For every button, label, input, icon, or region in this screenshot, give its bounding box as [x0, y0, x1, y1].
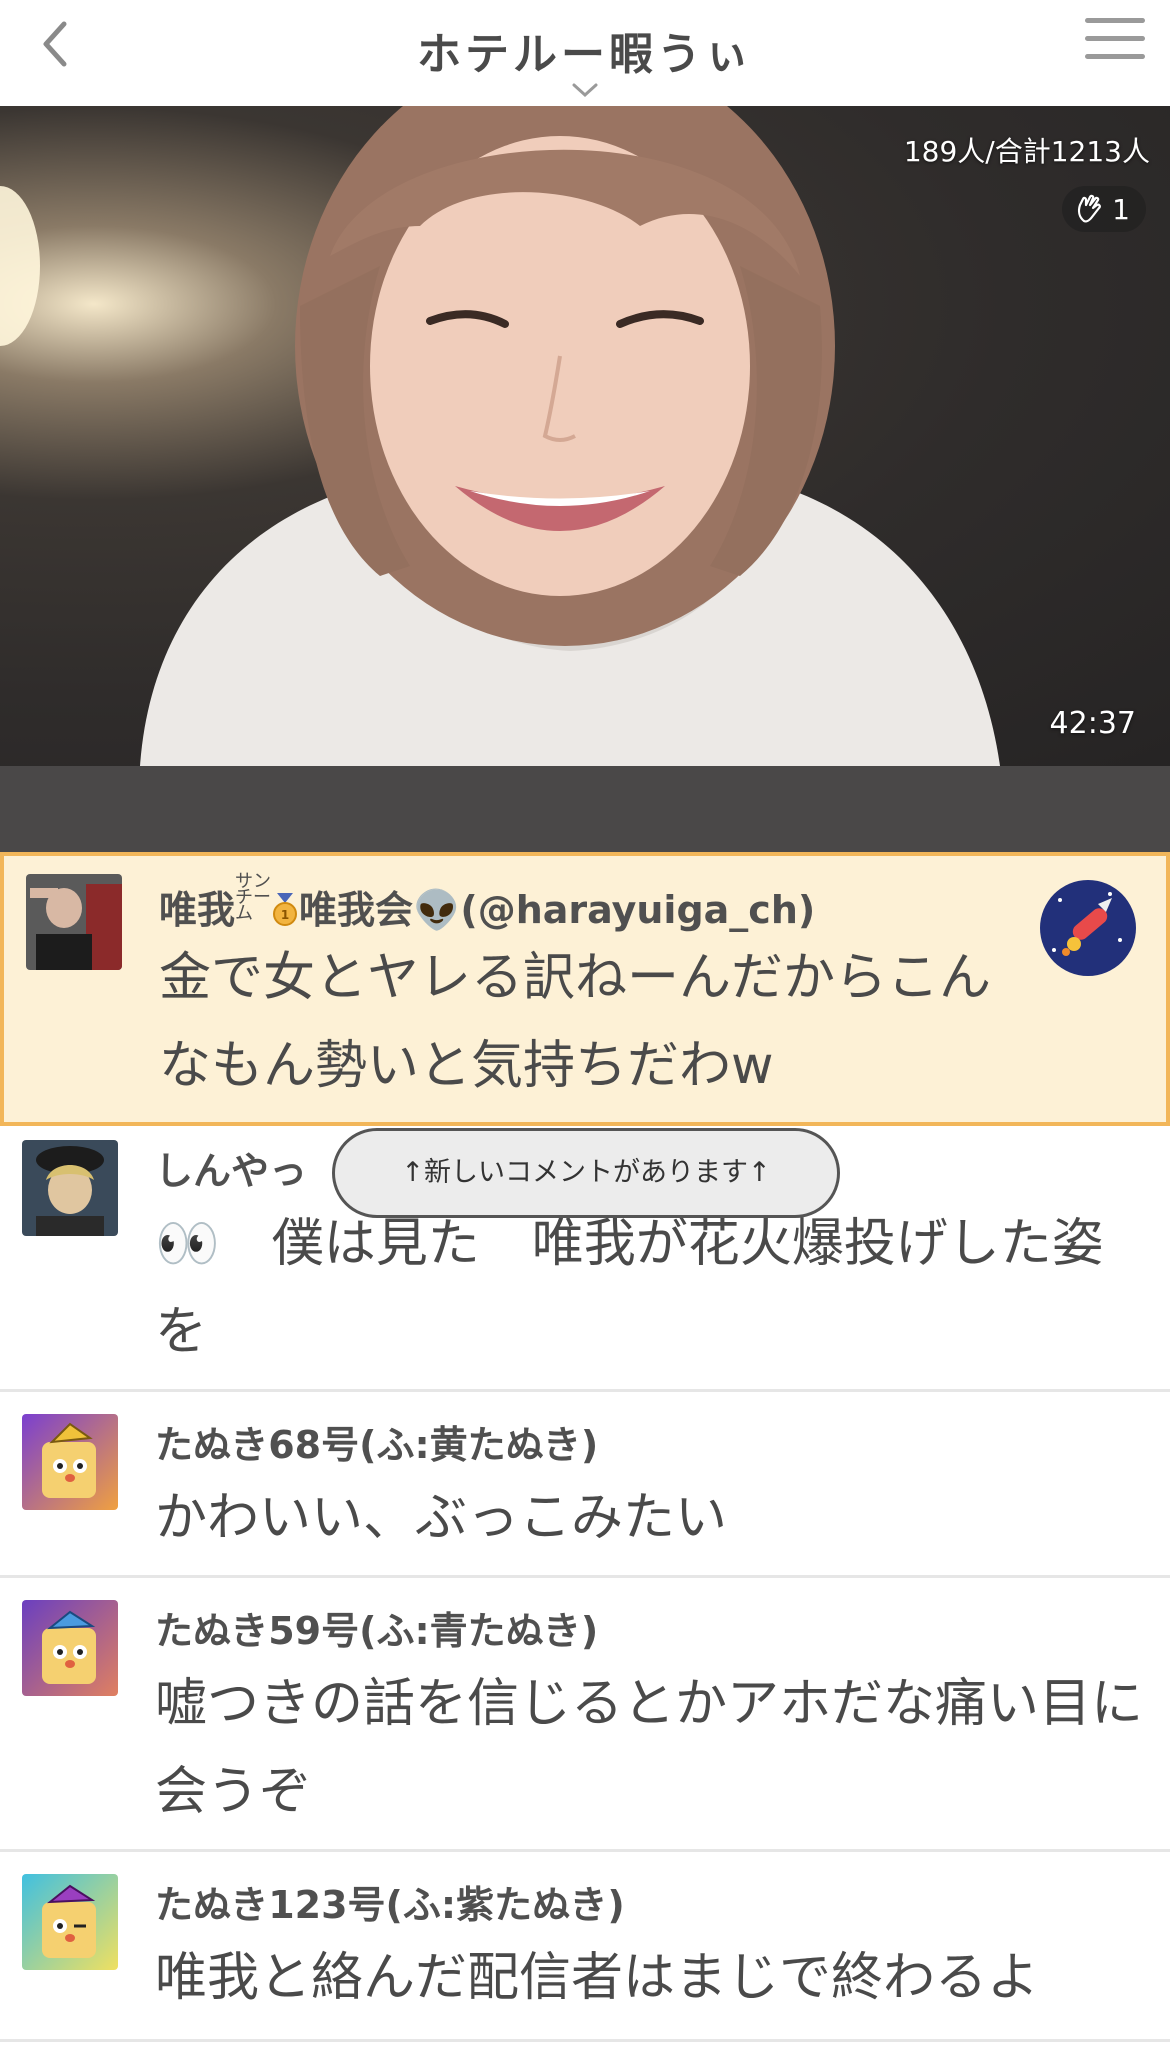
- list-item[interactable]: 唯我サン チーム 1 唯我会👽(@harayuiga_ch) 金で女とヤレる訳ねーん…: [0, 852, 1170, 1126]
- avatar[interactable]: [22, 1874, 118, 1970]
- avatar[interactable]: [22, 1140, 118, 1236]
- comment-username: たぬき59号(ふ:青たぬき): [155, 1609, 599, 1653]
- clap-badge[interactable]: 1: [1062, 186, 1146, 232]
- live-video-player[interactable]: 189人/合計1213人 1 42:37: [0, 106, 1170, 766]
- avatar[interactable]: [26, 874, 122, 970]
- stream-timer: 42:37: [1049, 706, 1136, 741]
- clap-icon: [1078, 194, 1102, 223]
- svg-text:1: 1: [281, 908, 289, 922]
- comment-username: たぬき123号(ふ:紫たぬき): [155, 1883, 625, 1927]
- comment-text: 👀 僕は見た 唯我が花火爆投げした姿を: [155, 1214, 1104, 1362]
- hamburger-menu-icon[interactable]: [1085, 18, 1145, 68]
- comment-username: しんやっ: [155, 1149, 308, 1193]
- viewer-count: 189人/合計1213人: [903, 135, 1150, 168]
- rocket-firework-icon[interactable]: [1040, 880, 1136, 976]
- team-tag: サン チーム: [235, 871, 272, 924]
- list-item[interactable]: たぬき123号(ふ:紫たぬき) 唯我と絡んだ配信者はまじで終わるよ: [0, 1852, 1170, 2042]
- comment-text: 金で女とヤレる訳ねーんだからこんなもん勢いと気持ちだわw: [159, 948, 992, 1096]
- clap-count: 1: [1112, 192, 1130, 226]
- list-item[interactable]: たぬき59号(ふ:青たぬき) 嘘つきの話を信じるとかアホだな痛い目に会うぞ: [0, 1578, 1170, 1852]
- page-title[interactable]: ホテルー暇うぃ: [0, 18, 1170, 82]
- app-header: ホテルー暇うぃ: [0, 0, 1170, 106]
- chevron-down-icon[interactable]: [570, 80, 600, 100]
- avatar[interactable]: [22, 1414, 118, 1510]
- comment-username: 唯我サン チーム 1 唯我会👽(@harayuiga_ch): [159, 871, 816, 933]
- new-comments-button[interactable]: ↑新しいコメントがあります↑: [332, 1128, 840, 1218]
- comment-username: たぬき68号(ふ:黄たぬき): [155, 1423, 599, 1467]
- medal-icon: 1: [273, 893, 298, 926]
- comment-text: 唯我と絡んだ配信者はまじで終わるよ: [155, 1948, 1040, 2008]
- streamer-video-frame: [0, 106, 1000, 766]
- list-item[interactable]: たぬき68号(ふ:黄たぬき) かわいい、ぶっこみたい: [0, 1392, 1170, 1578]
- video-control-bar: [0, 766, 1170, 852]
- avatar[interactable]: [22, 1600, 118, 1696]
- comment-text: かわいい、ぶっこみたい: [155, 1488, 728, 1548]
- comment-text: 嘘つきの話を信じるとかアホだな痛い目に会うぞ: [155, 1674, 1144, 1822]
- comment-list[interactable]: 唯我サン チーム 1 唯我会👽(@harayuiga_ch) 金で女とヤレる訳ねーん…: [0, 852, 1170, 2042]
